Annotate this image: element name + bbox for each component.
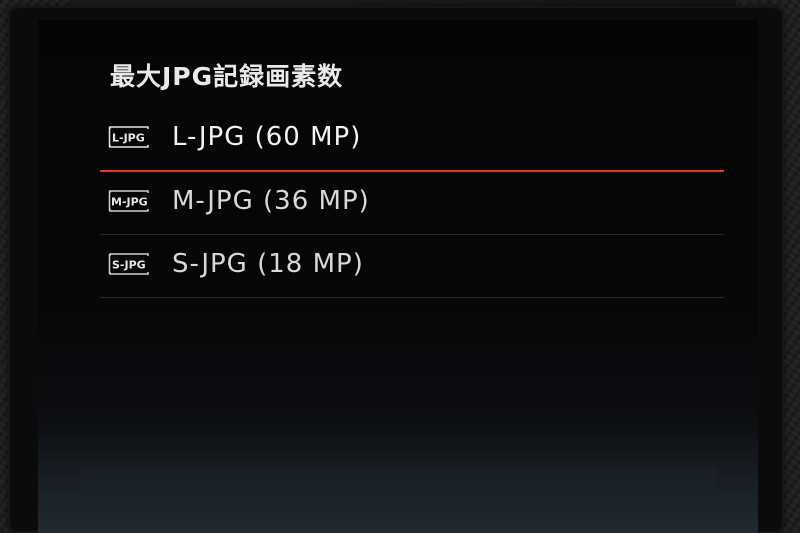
l-jpg-icon: L-JPG xyxy=(108,126,150,148)
menu-item-label: M-JPG (36 MP) xyxy=(172,186,370,216)
menu-item-m-jpg[interactable]: M-JPG M-JPG (36 MP) xyxy=(100,172,724,235)
s-jpg-icon: S-JPG xyxy=(108,253,150,275)
menu-item-s-jpg[interactable]: S-JPG S-JPG (18 MP) xyxy=(100,235,724,298)
menu-item-label: S-JPG (18 MP) xyxy=(172,249,364,279)
svg-text:M-JPG: M-JPG xyxy=(111,196,148,209)
svg-text:S-JPG: S-JPG xyxy=(112,259,146,272)
lcd-screen: 最大JPG記録画素数 L-JPG L-JPG (60 MP) M-JPG M-J… xyxy=(38,20,758,533)
menu-item-l-jpg[interactable]: L-JPG L-JPG (60 MP) xyxy=(100,108,724,172)
empty-menu-area xyxy=(80,468,716,498)
svg-text:L-JPG: L-JPG xyxy=(112,132,145,145)
m-jpg-icon: M-JPG xyxy=(108,190,150,212)
jpg-resolution-list: L-JPG L-JPG (60 MP) M-JPG M-JPG (36 MP) … xyxy=(100,108,724,298)
camera-body: 最大JPG記録画素数 L-JPG L-JPG (60 MP) M-JPG M-J… xyxy=(0,0,800,533)
menu-title: 最大JPG記録画素数 xyxy=(110,62,344,91)
menu-item-label: L-JPG (60 MP) xyxy=(172,122,362,152)
screen-bezel: 最大JPG記録画素数 L-JPG L-JPG (60 MP) M-JPG M-J… xyxy=(8,6,784,533)
